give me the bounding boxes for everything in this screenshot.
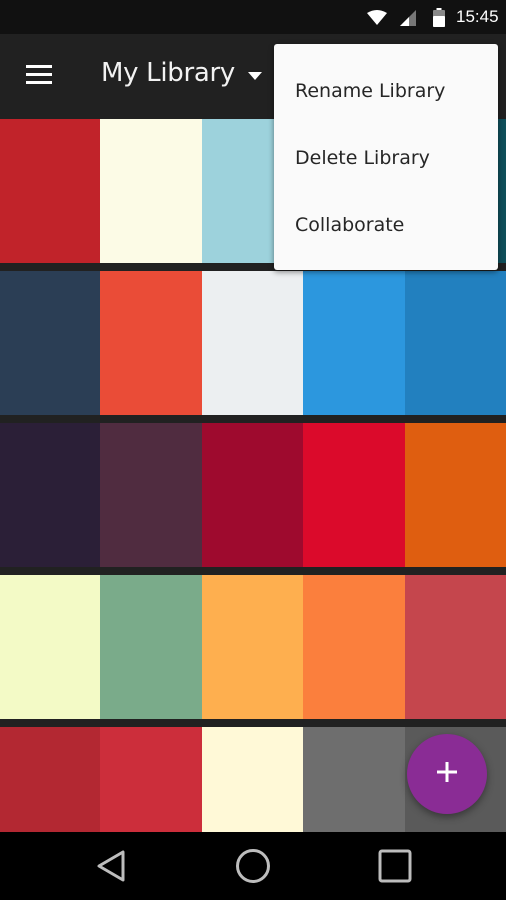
clock-time: 15:45	[456, 7, 499, 26]
color-swatch[interactable]	[100, 727, 202, 832]
menu-item-rename-library[interactable]: Rename Library	[274, 57, 498, 124]
system-nav-bar	[0, 832, 506, 900]
color-swatch[interactable]	[0, 423, 100, 567]
color-swatch[interactable]	[405, 423, 506, 567]
add-icon	[435, 760, 459, 789]
color-swatch[interactable]	[303, 727, 405, 832]
status-bar: 15:45	[0, 0, 506, 34]
color-swatch[interactable]	[303, 575, 405, 719]
color-swatch[interactable]	[100, 423, 202, 567]
palette-row[interactable]	[0, 271, 506, 415]
add-palette-button[interactable]	[407, 734, 487, 814]
color-swatch[interactable]	[0, 271, 100, 415]
menu-item-collaborate[interactable]: Collaborate	[274, 191, 498, 258]
color-swatch[interactable]	[202, 727, 303, 832]
overflow-menu: Rename Library Delete Library Collaborat…	[274, 44, 498, 270]
battery-icon	[433, 8, 445, 32]
hamburger-menu-icon[interactable]	[22, 62, 56, 88]
home-icon[interactable]	[233, 846, 273, 886]
color-swatch[interactable]	[405, 575, 506, 719]
color-swatch[interactable]	[0, 727, 100, 832]
color-swatch[interactable]	[0, 119, 100, 263]
menu-item-delete-library[interactable]: Delete Library	[274, 124, 498, 191]
color-swatch[interactable]	[303, 271, 405, 415]
color-swatch[interactable]	[100, 271, 202, 415]
cell-signal-icon	[400, 10, 416, 31]
dropdown-arrow-icon[interactable]	[246, 69, 264, 81]
color-swatch[interactable]	[303, 423, 405, 567]
color-swatch[interactable]	[100, 119, 202, 263]
recents-icon[interactable]	[375, 846, 415, 886]
palette-row[interactable]	[0, 575, 506, 719]
wifi-icon	[367, 10, 387, 31]
color-swatch[interactable]	[202, 575, 303, 719]
library-title[interactable]: My Library	[101, 58, 235, 88]
color-swatch[interactable]	[0, 575, 100, 719]
palette-row[interactable]	[0, 423, 506, 567]
color-swatch[interactable]	[405, 271, 506, 415]
color-swatch[interactable]	[202, 423, 303, 567]
color-swatch[interactable]	[100, 575, 202, 719]
color-swatch[interactable]	[202, 271, 303, 415]
back-icon[interactable]	[92, 846, 132, 886]
